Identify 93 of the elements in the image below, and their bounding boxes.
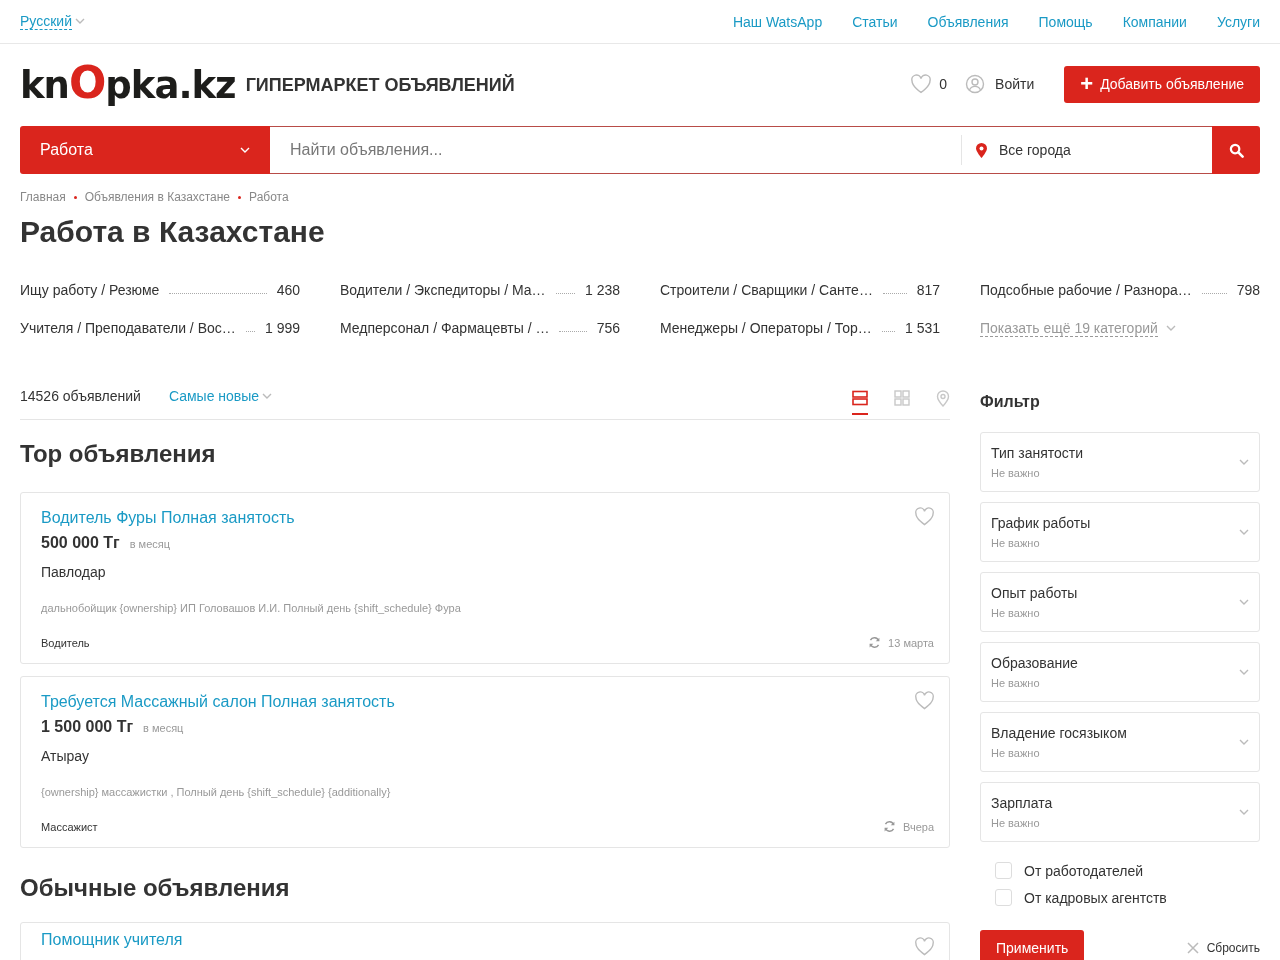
favorite-button[interactable] xyxy=(914,937,935,956)
heart-icon xyxy=(914,937,935,956)
add-listing-button[interactable]: + Добавить объявление xyxy=(1064,65,1260,103)
category-count: 756 xyxy=(596,320,620,336)
category-select[interactable]: Работа xyxy=(20,126,270,174)
filter-dropdown[interactable]: Опыт работы Не важно xyxy=(980,572,1260,632)
category-link[interactable]: Водители / Экспедиторы / Ма… xyxy=(340,282,546,298)
filter-label: Опыт работы xyxy=(991,585,1079,601)
filter-dropdown[interactable]: Зарплата Не важно xyxy=(980,782,1260,842)
category-count: 1 531 xyxy=(904,320,940,336)
chevron-down-icon xyxy=(1239,739,1249,745)
filter-value: Не важно xyxy=(991,607,1041,619)
category-link[interactable]: Менеджеры / Операторы / Тор… xyxy=(660,320,872,336)
checkbox[interactable] xyxy=(995,862,1012,879)
listing-category: Водитель xyxy=(41,636,90,649)
filter-label: График работы xyxy=(991,515,1092,531)
listing-category: Массажист xyxy=(41,820,98,833)
listing-price: 1 500 000 Тг xyxy=(41,718,134,736)
reset-link[interactable]: Сбросить xyxy=(1186,940,1260,955)
page-title: Работа в Казахстане xyxy=(20,214,326,250)
listing-description: {ownership} массажистки , Полный день {shift_schedule} {additionally} xyxy=(41,786,392,798)
chevron-down-icon xyxy=(1165,325,1176,331)
breadcrumb-link[interactable]: Работа xyxy=(249,190,289,204)
breadcrumb-link[interactable]: Объявления в Казахстане xyxy=(84,190,231,204)
login-link[interactable]: Войти xyxy=(995,76,1035,92)
checkbox-label: От кадровых агентств xyxy=(1024,889,1167,906)
filter-label: Тип занятости xyxy=(991,445,1085,461)
chevron-down-icon xyxy=(240,147,250,153)
user-icon xyxy=(965,74,986,94)
category-link[interactable]: Медперсонал / Фармацевты / … xyxy=(340,320,550,336)
chevron-down-icon xyxy=(262,392,273,399)
grid-view-icon xyxy=(894,390,910,406)
listing-description: дальнобойщик {ownership} ИП Головашов И.И. Полный день {shift_schedule} Фура xyxy=(41,602,462,614)
favorite-button[interactable] xyxy=(914,691,935,710)
filter-dropdown[interactable]: График работы Не важно xyxy=(980,502,1260,562)
category-count: 460 xyxy=(276,282,300,298)
chevron-down-icon xyxy=(1239,809,1249,815)
category-link[interactable]: Ищу работу / Резюме xyxy=(20,282,160,298)
listing-date: 13 марта xyxy=(888,636,934,649)
filter-value: Не важно xyxy=(991,537,1041,549)
list-view-icon xyxy=(852,390,868,406)
favorites-count[interactable]: 0 xyxy=(939,76,948,92)
filter-label: Зарплата xyxy=(991,795,1054,811)
location-pin-icon xyxy=(976,142,987,158)
filter-dropdown[interactable]: Тип занятости Не важно xyxy=(980,432,1260,492)
filter-value: Не важно xyxy=(991,817,1041,829)
breadcrumb-link[interactable]: Главная xyxy=(20,190,66,204)
search-field[interactable]: Найти объявления... xyxy=(270,126,961,174)
filter-value: Не важно xyxy=(991,467,1041,479)
apply-button[interactable]: Применить xyxy=(980,930,1085,960)
filter-dropdown[interactable]: Владение госязыком Не важно xyxy=(980,712,1260,772)
search-button[interactable] xyxy=(1212,126,1260,174)
chevron-down-icon xyxy=(74,18,85,24)
city-select[interactable]: Все города xyxy=(962,126,1212,174)
chevron-down-icon xyxy=(1239,529,1249,535)
chevron-down-icon xyxy=(1239,599,1249,605)
category-count: 817 xyxy=(916,282,940,298)
heart-icon xyxy=(914,691,935,710)
chevron-down-icon xyxy=(1239,669,1249,675)
site-logo[interactable]: knOpka.kz xyxy=(20,62,236,106)
listing-city: Атырау xyxy=(41,748,90,764)
refresh-icon xyxy=(882,820,896,833)
category-link[interactable]: Учителя / Преподаватели / Вос… xyxy=(20,320,236,336)
section-title: Top объявления xyxy=(20,440,217,468)
checkbox[interactable] xyxy=(995,889,1012,906)
heart-icon xyxy=(914,507,935,526)
filter-value: Не важно xyxy=(991,677,1041,689)
heart-icon xyxy=(910,74,933,94)
filter-label: Владение госязыком xyxy=(991,725,1128,741)
category-count: 1 999 xyxy=(264,320,300,336)
close-icon xyxy=(1186,941,1199,954)
filter-value: Не важно xyxy=(991,747,1041,759)
category-count: 798 xyxy=(1236,282,1260,298)
category-count: 1 238 xyxy=(584,282,620,298)
category-link[interactable]: Строители / Сварщики / Санте… xyxy=(660,282,873,298)
category-link[interactable]: Подсобные рабочие / Разнора… xyxy=(980,282,1192,298)
logo-tagline: ГИПЕРМАРКЕТ ОБЪЯВЛЕНИЙ xyxy=(245,74,515,96)
refresh-icon xyxy=(868,636,882,649)
chevron-down-icon xyxy=(1239,459,1249,465)
search-icon xyxy=(1228,142,1244,158)
section-title: Обычные объявления xyxy=(20,874,291,902)
filter-title: Фильтр xyxy=(980,392,1041,412)
listing-date: Вчера xyxy=(902,820,934,833)
price-period: в месяц xyxy=(143,722,184,734)
favorite-button[interactable] xyxy=(914,507,935,526)
checkbox-label: От работодателей xyxy=(1024,862,1143,879)
filter-label: Образование xyxy=(991,655,1079,671)
results-count: 14526 объявлений xyxy=(20,387,141,404)
listing-price: 500 000 Тг xyxy=(41,534,120,552)
listing-city: Павлодар xyxy=(41,564,107,580)
price-period: в месяц xyxy=(129,538,171,550)
map-pin-icon xyxy=(936,390,950,407)
filter-dropdown[interactable]: Образование Не важно xyxy=(980,642,1260,702)
